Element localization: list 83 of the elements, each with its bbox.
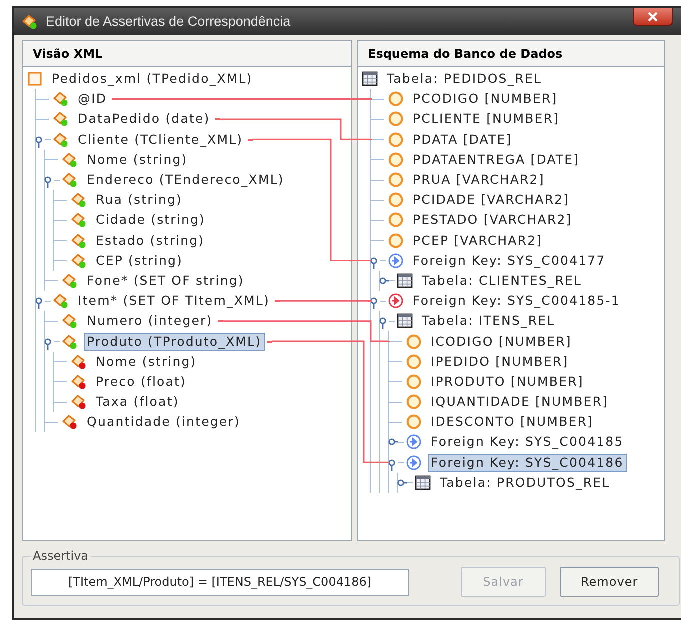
tree-item[interactable]: PCEP [VARCHAR2] bbox=[410, 232, 546, 250]
tree-item[interactable]: Cliente (TCliente_XML) bbox=[75, 130, 246, 149]
element-icon bbox=[62, 152, 78, 168]
assertion-field[interactable]: [TItem_XML/Produto] = [ITENS_REL/SYS_C004186] bbox=[31, 568, 409, 596]
tree-item[interactable]: Estado (string) bbox=[93, 232, 208, 250]
tree-item[interactable]: PDATAENTREGA [DATE] bbox=[410, 150, 583, 169]
action-button[interactable]: Remover bbox=[560, 567, 660, 597]
column-icon bbox=[388, 91, 404, 108]
tree-item[interactable]: Tabela: PEDIDOS_REL bbox=[384, 70, 546, 88]
tree-item[interactable]: Nome (string) bbox=[84, 150, 191, 169]
element-icon bbox=[53, 132, 69, 148]
column-icon bbox=[388, 172, 404, 188]
column-icon bbox=[388, 232, 404, 249]
element-icon bbox=[71, 192, 87, 208]
panel-title: Esquema do Banco de Dados bbox=[368, 46, 563, 60]
tree-item[interactable]: PDATA [DATE] bbox=[410, 130, 516, 149]
element-icon bbox=[71, 374, 87, 390]
element-icon bbox=[53, 293, 69, 310]
tree-item[interactable]: Cidade (string) bbox=[93, 211, 209, 230]
tree-item[interactable]: DataPedido (date) bbox=[75, 110, 214, 128]
tree-item[interactable]: ICODIGO [NUMBER] bbox=[428, 332, 575, 351]
column-icon bbox=[388, 111, 404, 128]
window-title: Editor de Assertivas de Correspondência bbox=[46, 14, 291, 29]
element-icon bbox=[71, 354, 87, 370]
tree-item[interactable]: Numero (integer) bbox=[84, 312, 216, 330]
column-icon bbox=[406, 414, 422, 430]
tree-item[interactable]: PRUA [VARCHAR2] bbox=[410, 171, 548, 190]
tree-item[interactable]: Tabela: PRODUTOS_REL bbox=[437, 474, 614, 492]
close-icon bbox=[647, 12, 659, 22]
tree-item[interactable]: Fone* (SET OF string) bbox=[84, 272, 248, 290]
tree-item[interactable]: Foreign Key: SYS_C004185-1 bbox=[410, 292, 624, 310]
table-icon bbox=[362, 71, 378, 88]
tree-item[interactable]: Rua (string) bbox=[93, 191, 186, 210]
element-icon bbox=[62, 272, 78, 289]
tree-item[interactable]: IPEDIDO [NUMBER] bbox=[428, 352, 572, 371]
element-icon bbox=[71, 252, 87, 269]
column-icon bbox=[406, 354, 422, 370]
tree-item[interactable]: Pedidos_xml (TPedido_XML) bbox=[49, 70, 256, 88]
column-icon bbox=[388, 152, 404, 168]
element-icon bbox=[53, 91, 69, 108]
tree-item[interactable]: PESTADO [VARCHAR2] bbox=[410, 211, 576, 230]
element-icon bbox=[62, 172, 78, 188]
table-icon bbox=[415, 474, 431, 491]
element-icon bbox=[62, 414, 78, 430]
tree-item[interactable]: PCIDADE [VARCHAR2] bbox=[410, 191, 573, 210]
square-icon bbox=[27, 71, 43, 88]
tree-item[interactable]: Foreign Key: SYS_C004186 bbox=[428, 454, 627, 472]
element-icon bbox=[71, 212, 87, 228]
close-button[interactable] bbox=[633, 8, 673, 26]
column-icon bbox=[388, 132, 404, 148]
tree-item[interactable]: Produto (TProduto_XML) bbox=[84, 332, 265, 351]
tree-item[interactable]: IDESCONTO [NUMBER] bbox=[428, 413, 597, 432]
column-icon bbox=[406, 334, 422, 350]
column-icon bbox=[388, 212, 404, 228]
tree-item[interactable]: Nome (string) bbox=[93, 352, 200, 371]
app-icon bbox=[22, 14, 38, 30]
tree-item[interactable]: PCLIENTE [NUMBER] bbox=[410, 110, 563, 128]
table-icon bbox=[397, 272, 413, 289]
column-icon bbox=[388, 192, 404, 208]
panel-title: Visão XML bbox=[33, 46, 103, 60]
element-icon bbox=[62, 334, 78, 350]
tree-item[interactable]: IQUANTIDADE [NUMBER] bbox=[428, 393, 612, 412]
tree-item[interactable]: Preco (float) bbox=[93, 372, 190, 391]
tree-item[interactable]: Endereco (TEndereco_XML) bbox=[84, 171, 288, 190]
element-icon bbox=[62, 313, 78, 330]
tree-item[interactable]: Taxa (float) bbox=[93, 393, 182, 412]
table-icon bbox=[397, 313, 413, 330]
tree-item[interactable]: IPRODUTO [NUMBER] bbox=[428, 372, 587, 391]
tree-item[interactable]: PCODIGO [NUMBER] bbox=[410, 90, 561, 108]
tree-item[interactable]: @ID bbox=[75, 90, 110, 108]
tree-item[interactable]: Foreign Key: SYS_C004177 bbox=[410, 252, 609, 270]
tree-item[interactable]: Tabela: CLIENTES_REL bbox=[419, 272, 586, 290]
column-icon bbox=[406, 374, 422, 390]
element-icon bbox=[53, 111, 69, 128]
column-icon bbox=[406, 394, 422, 410]
group-title: Assertiva bbox=[32, 549, 90, 563]
tree-item[interactable]: Item* (SET OF TItem_XML) bbox=[75, 292, 273, 310]
tree-item[interactable]: Quantidade (integer) bbox=[84, 413, 244, 432]
tree-item[interactable]: Tabela: ITENS_REL bbox=[419, 312, 558, 330]
element-icon bbox=[71, 232, 87, 249]
tree-item[interactable]: Foreign Key: SYS_C004185 bbox=[428, 433, 627, 452]
tree-item[interactable]: CEP (string) bbox=[93, 252, 186, 270]
element-icon bbox=[71, 394, 87, 410]
